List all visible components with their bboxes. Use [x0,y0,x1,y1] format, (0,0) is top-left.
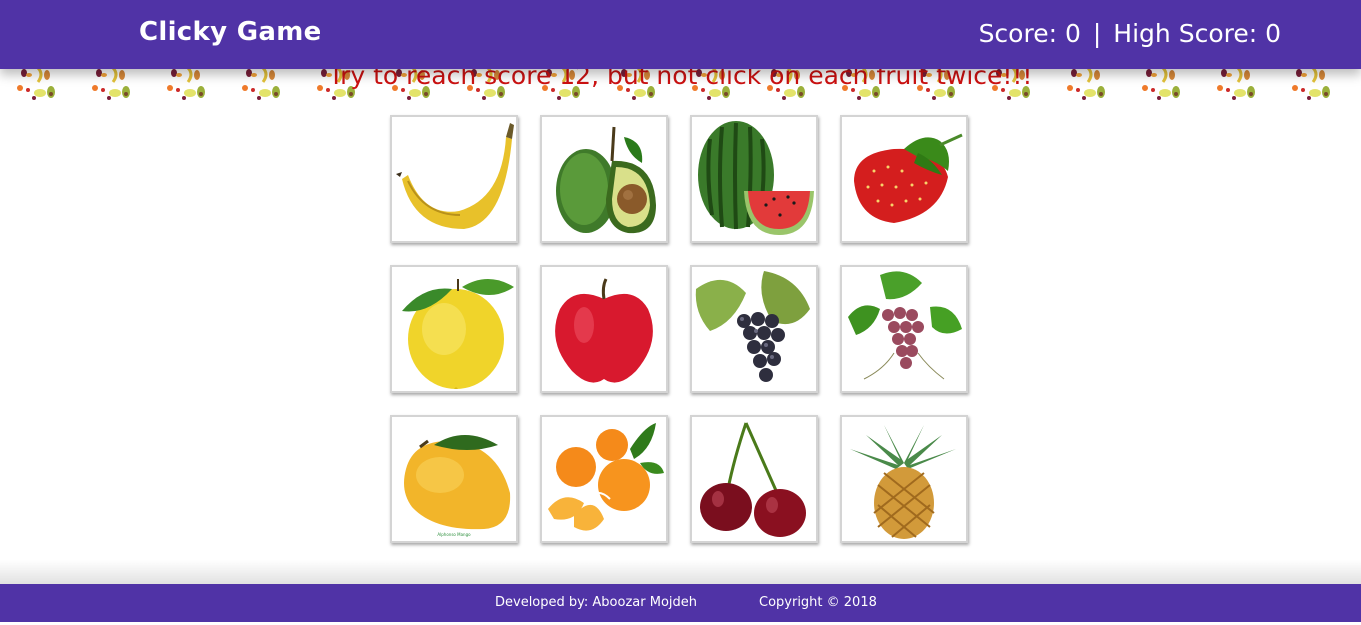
fruit-card-avocado[interactable] [540,115,668,243]
fruit-card-cherries[interactable] [690,415,818,543]
watermelon-icon [698,121,814,235]
fruit-card-mango[interactable]: Alphonso Mango [390,415,518,543]
top-navbar: Clicky Game Score: 0 | High Score: 0 [0,0,1361,69]
banana-icon [396,123,514,229]
high-score-label: High Score: 0 [1113,19,1281,48]
mango-icon [404,435,511,530]
pineapple-icon [850,425,956,539]
page-footer: Developed by: Aboozar Mojdeh Copyright ©… [0,584,1361,622]
fruit-card-lemon[interactable] [390,265,518,393]
score-separator: | [1092,19,1102,48]
red-grapes-icon [848,271,962,380]
fruit-card-black-grapes[interactable] [690,265,818,393]
black-grapes-icon [695,271,810,382]
fruit-card-apple[interactable] [540,265,668,393]
fruit-card-strawberry[interactable] [840,115,968,243]
fruit-card-banana[interactable] [390,115,518,243]
footer-shadow [0,560,1361,585]
avocado-icon [556,126,656,234]
apple-icon [555,278,653,383]
score-label: Score: 0 [978,19,1081,48]
cherries-icon [700,422,806,537]
brand-title[interactable]: Clicky Game [139,17,322,47]
mango-caption: Alphonso Mango [437,532,471,537]
fruit-card-pineapple[interactable] [840,415,968,543]
fruit-card-red-grapes[interactable] [840,265,968,393]
fruit-card-grid: Alphonso Mango [390,115,968,543]
fruit-card-watermelon[interactable] [690,115,818,243]
fruit-card-orange[interactable] [540,415,668,543]
score-display: Score: 0 | High Score: 0 [979,19,1281,48]
lemon-icon [402,279,514,389]
orange-icon [548,423,664,531]
strawberry-icon [854,133,963,223]
developer-credit: Developed by: Aboozar Mojdeh [495,595,698,610]
copyright-notice: Copyright © 2018 [759,595,877,610]
